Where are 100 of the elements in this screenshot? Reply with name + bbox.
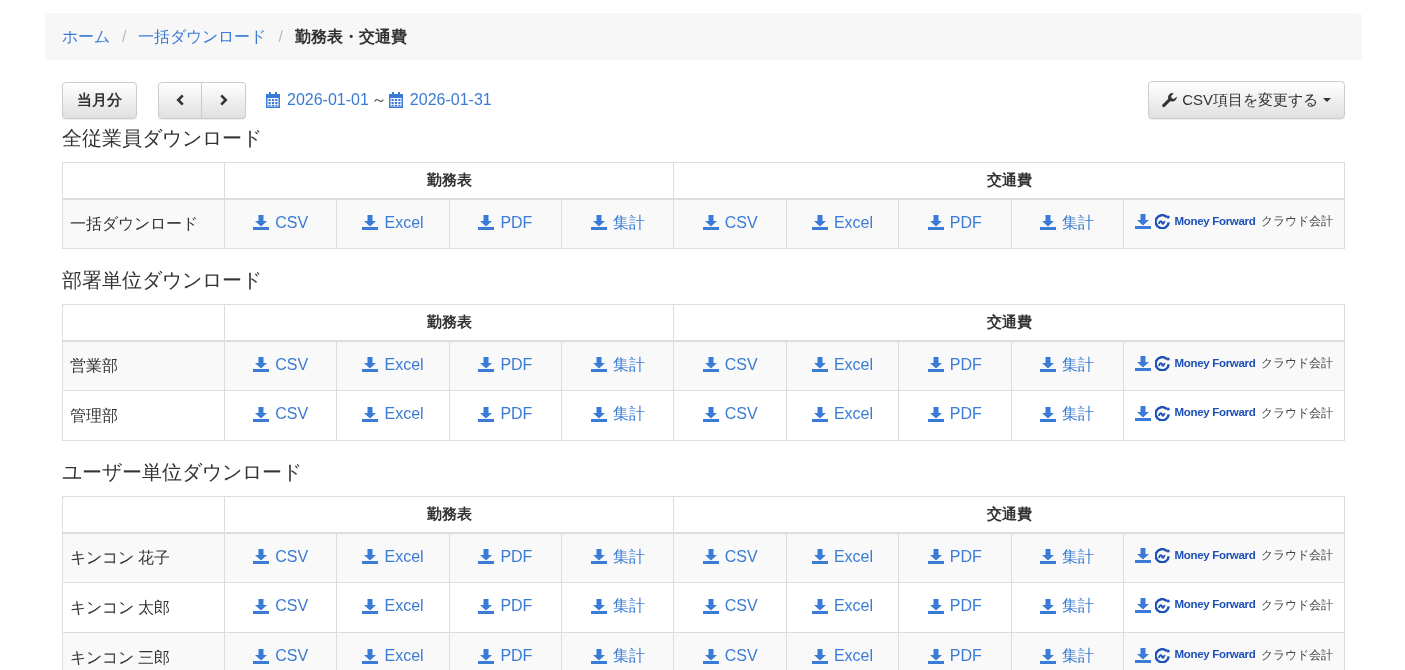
download-icon [811, 406, 828, 422]
download-link[interactable]: Excel [362, 210, 424, 235]
download-link[interactable]: 集計 [1040, 402, 1095, 427]
download-link[interactable]: Excel [811, 402, 874, 427]
breadcrumb-link[interactable]: ホーム [62, 25, 110, 48]
calendar-icon [266, 92, 280, 108]
next-month-button[interactable] [202, 81, 246, 119]
download-link[interactable]: PDF [478, 352, 533, 377]
table-cell: キンコン 花子 [62, 532, 225, 583]
column-header: 勤務表 [224, 304, 674, 341]
download-link[interactable]: CSV [702, 210, 758, 235]
download-link[interactable]: PDF [927, 544, 982, 569]
download-icon [702, 598, 719, 614]
download-link[interactable]: 集計 [1040, 210, 1095, 235]
download-link[interactable]: Excel [811, 210, 874, 235]
download-link[interactable]: 集計 [1040, 594, 1095, 619]
download-icon [478, 357, 495, 372]
download-link[interactable]: PDF [927, 402, 982, 427]
money-forward-export-link[interactable]: Money Forward クラウド会計 [1135, 212, 1333, 231]
download-link[interactable]: 集計 [1040, 544, 1095, 569]
download-link[interactable]: Excel [362, 352, 424, 377]
download-link[interactable]: Excel [362, 544, 424, 569]
csv-settings-button[interactable]: CSV項目を変更する [1148, 81, 1345, 119]
download-icon [1135, 213, 1152, 229]
download-link[interactable]: CSV [702, 544, 758, 569]
logo-icon [1155, 405, 1171, 421]
download-link[interactable]: CSV [702, 402, 758, 427]
download-link[interactable]: 集計 [1040, 644, 1095, 669]
logo-icon [1155, 647, 1171, 663]
download-link[interactable]: CSV [253, 402, 309, 427]
download-link[interactable]: CSV [253, 644, 309, 669]
download-link[interactable]: Excel [811, 594, 874, 619]
download-link[interactable]: PDF [927, 210, 982, 235]
current-month-button[interactable]: 当月分 [62, 81, 137, 119]
download-link[interactable]: Excel [811, 544, 874, 569]
end-date-link[interactable]: 2026-01-31 [388, 88, 492, 112]
download-icon [253, 406, 270, 422]
download-link[interactable]: PDF [478, 210, 533, 235]
download-icon [927, 549, 944, 564]
download-link[interactable]: Excel [811, 644, 874, 669]
download-link[interactable]: PDF [927, 644, 982, 669]
download-link[interactable]: Excel [362, 594, 424, 619]
download-icon [590, 598, 607, 614]
money-forward-export-link[interactable]: Money Forward クラウド会計 [1135, 596, 1333, 614]
logo-icon [1155, 213, 1171, 229]
download-link[interactable]: PDF [927, 352, 982, 377]
breadcrumb-link[interactable]: 一括ダウンロード [138, 25, 267, 48]
download-link[interactable]: 集計 [590, 402, 645, 427]
download-link[interactable]: CSV [253, 544, 309, 569]
column-header: 交通費 [673, 496, 1345, 533]
download-icon [253, 598, 270, 614]
download-icon [1135, 547, 1152, 563]
breadcrumb-current: 勤務表・交通費 [294, 27, 407, 47]
download-link[interactable]: CSV [702, 352, 758, 377]
download-icon [590, 549, 607, 564]
money-forward-export-link[interactable]: Money Forward クラウド会計 [1135, 404, 1333, 422]
download-link[interactable]: 集計 [590, 352, 645, 377]
download-icon [702, 357, 719, 372]
download-icon [811, 357, 828, 372]
download-icon [1040, 598, 1057, 614]
download-icon [927, 598, 944, 614]
download-link[interactable]: CSV [253, 210, 309, 235]
download-link[interactable]: CSV [702, 644, 758, 669]
logo-icon [1155, 355, 1171, 371]
money-forward-export-link[interactable]: Money Forward クラウド会計 [1135, 354, 1333, 373]
download-icon [927, 406, 944, 422]
download-icon [590, 215, 607, 230]
logo-icon [1155, 597, 1171, 613]
table-cell: キンコン 三郎 [62, 632, 225, 670]
download-link[interactable]: PDF [478, 594, 533, 619]
download-link[interactable]: CSV [253, 594, 309, 619]
download-link[interactable]: PDF [478, 544, 533, 569]
download-link[interactable]: 集計 [590, 544, 645, 569]
download-link[interactable]: 集計 [590, 594, 645, 619]
download-icon [253, 648, 270, 664]
download-icon [478, 648, 495, 664]
start-date-link[interactable]: 2026-01-01 [266, 88, 369, 112]
download-link[interactable]: Excel [362, 402, 424, 427]
money-forward-export-link[interactable]: Money Forward クラウド会計 [1135, 646, 1333, 664]
download-icon [1040, 215, 1057, 230]
download-link[interactable]: Excel [362, 644, 424, 669]
download-icon [590, 406, 607, 422]
download-link[interactable]: Excel [811, 352, 874, 377]
download-link[interactable]: PDF [478, 402, 533, 427]
download-icon [362, 406, 379, 422]
download-link[interactable]: PDF [478, 644, 533, 669]
download-link[interactable]: 集計 [590, 644, 645, 669]
download-link[interactable]: 集計 [590, 210, 645, 235]
download-icon [1135, 647, 1152, 663]
breadcrumb-separator: / [121, 27, 128, 47]
download-link[interactable]: CSV [253, 352, 309, 377]
download-icon [1040, 406, 1057, 422]
previous-month-button[interactable] [158, 81, 202, 119]
money-forward-export-link[interactable]: Money Forward クラウド会計 [1135, 546, 1333, 565]
download-icon [702, 648, 719, 664]
download-link[interactable]: 集計 [1040, 352, 1095, 377]
download-link[interactable]: CSV [702, 594, 758, 619]
wrench-icon [1162, 92, 1178, 108]
download-icon [927, 215, 944, 230]
download-link[interactable]: PDF [927, 594, 982, 619]
